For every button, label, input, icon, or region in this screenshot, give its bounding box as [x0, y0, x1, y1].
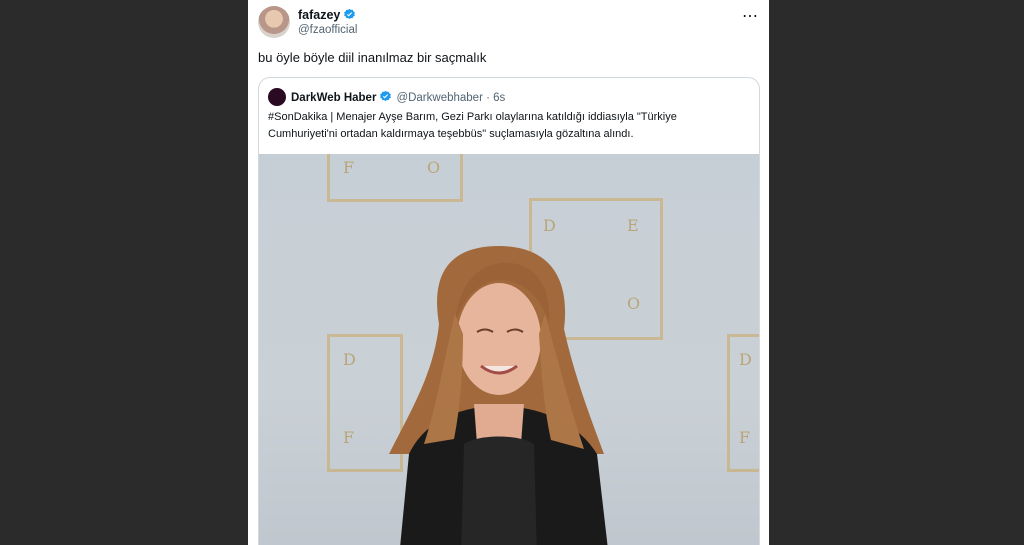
quoted-header: DarkWeb Haber @Darkwebhaber · 6s: [268, 87, 750, 107]
quoted-author-name[interactable]: DarkWeb Haber @Darkwebhaber · 6s: [291, 90, 505, 104]
quoted-photo[interactable]: F O D E F O D F D F: [259, 154, 759, 545]
tweet-text: bu öyle böyle diil inanılmaz bir saçmalı…: [258, 50, 487, 65]
quoted-tweet[interactable]: DarkWeb Haber @Darkwebhaber · 6s #SonDaki…: [258, 77, 760, 545]
author-name[interactable]: fafazey: [298, 8, 356, 22]
verified-badge-icon: [380, 90, 392, 102]
quoted-author-handle: @Darkwebhaber · 6s: [396, 92, 506, 104]
quoted-text: #SonDakika | Menajer Ayşe Barım, Gezi Pa…: [268, 111, 677, 140]
tweet-header: fafazey @fzaofficial ⋯: [258, 6, 759, 40]
portrait-figure: [389, 246, 608, 545]
more-options-icon[interactable]: ⋯: [742, 6, 759, 26]
verified-badge-icon: [344, 8, 356, 20]
quoted-avatar[interactable]: [268, 88, 286, 106]
author-handle[interactable]: @fzaofficial: [298, 24, 357, 36]
tweet-card: fafazey @fzaofficial ⋯ bu öyle böyle dii…: [248, 0, 769, 545]
author-avatar[interactable]: [258, 6, 290, 38]
